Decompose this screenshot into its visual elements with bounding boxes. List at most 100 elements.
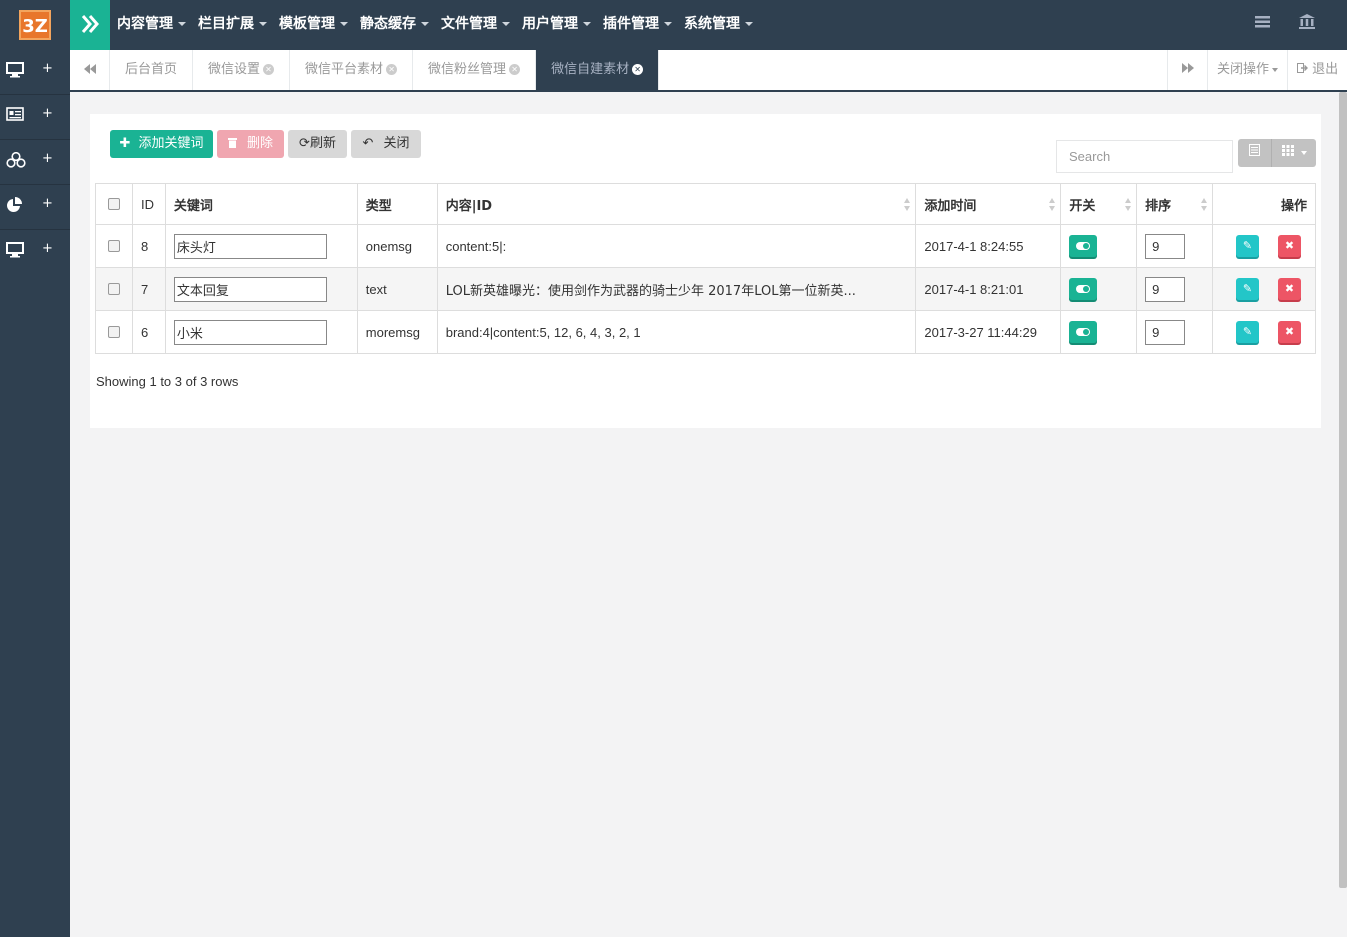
table-row: 6 moremsg brand:4|content:5, 12, 6, 4, 3… <box>95 310 1316 354</box>
refresh-button[interactable]: ⟳刷新 <box>288 130 347 158</box>
cell-actions: ✎ ✖ <box>1212 224 1316 268</box>
close-tab-icon[interactable]: ✕ <box>263 64 275 75</box>
list-view-button[interactable] <box>1238 139 1272 167</box>
close-tab-icon[interactable]: ✕ <box>386 64 398 75</box>
edit-pencil-icon[interactable]: ✎ <box>1236 278 1259 300</box>
top-menu-plugins[interactable]: 插件管理 <box>603 0 672 50</box>
col-header-id[interactable]: ID <box>131 183 166 225</box>
top-menu-users[interactable]: 用户管理 <box>522 0 591 50</box>
tab-wechat-settings[interactable]: 微信设置 ✕ <box>193 50 291 90</box>
caret-down-icon <box>178 22 186 26</box>
tab-home[interactable]: 后台首页 <box>110 50 194 90</box>
sort-icon <box>904 198 911 212</box>
col-header-order[interactable]: 排序 <box>1136 183 1214 225</box>
col-header-content[interactable]: 内容|ID <box>436 183 917 225</box>
edit-pencil-icon[interactable]: ✎ <box>1236 235 1259 257</box>
logo: 3Z <box>19 10 51 40</box>
button-label: 添加关键词 <box>138 136 204 151</box>
order-input[interactable] <box>1145 319 1186 345</box>
sidebar-item-3[interactable]: + <box>0 140 70 185</box>
delete-x-icon[interactable]: ✖ <box>1278 235 1301 257</box>
top-menu-template[interactable]: 模板管理 <box>279 0 348 50</box>
tab-scroll-left-button[interactable] <box>70 50 110 90</box>
sort-icon <box>1049 198 1056 212</box>
toggle-on-icon[interactable] <box>1069 235 1098 257</box>
row-select-cell <box>95 267 133 311</box>
col-header-time[interactable]: 添加时间 <box>915 183 1062 225</box>
keyword-input[interactable] <box>173 276 327 302</box>
trash-icon <box>227 138 237 148</box>
page-scrollbar[interactable] <box>1339 92 1347 888</box>
plus-icon: ✚ <box>119 136 131 151</box>
sidebar-item-1[interactable]: + <box>0 50 70 95</box>
keyword-input[interactable] <box>173 233 327 259</box>
close-button[interactable]: ↶ 关闭 <box>351 130 421 158</box>
menu-label: 内容管理 <box>117 16 173 32</box>
tab-bar: 后台首页 微信设置 ✕ 微信平台素材 ✕ 微信粉丝管理 ✕ 微信自建素材 ✕ 关闭操作 … <box>70 50 1347 92</box>
search-input[interactable] <box>1056 140 1233 173</box>
keyword-table: ID 关键词 类型 内容|ID 添加时间 开关 排序 操作 8 onemsg c… <box>95 183 1316 354</box>
row-checkbox[interactable] <box>107 283 120 295</box>
sidebar-toggle-button[interactable] <box>70 0 110 50</box>
logo-area: 3Z <box>0 0 70 50</box>
delete-x-icon[interactable]: ✖ <box>1278 278 1301 300</box>
row-select-cell <box>95 224 133 268</box>
cell-actions: ✎ ✖ <box>1212 310 1316 354</box>
cell-keyword <box>164 310 358 354</box>
add-keyword-button[interactable]: ✚ 添加关键词 <box>110 130 213 158</box>
top-menu: 内容管理 栏目扩展 模板管理 静态缓存 文件管理 用户管理 插件管理 系统管理 <box>117 0 765 50</box>
cell-time: 2017-4-1 8:21:01 <box>915 267 1062 311</box>
cell-actions: ✎ ✖ <box>1212 267 1316 311</box>
cell-order <box>1136 310 1214 354</box>
edit-pencil-icon[interactable]: ✎ <box>1236 321 1259 343</box>
expand-plus: + <box>42 196 53 211</box>
toggle-on-icon[interactable] <box>1069 321 1098 343</box>
logout-button[interactable]: 退出 <box>1287 50 1347 90</box>
caret-down-icon <box>421 22 429 26</box>
col-header-switch[interactable]: 开关 <box>1060 183 1138 225</box>
close-tab-icon[interactable]: ✕ <box>632 64 644 75</box>
bank-icon[interactable] <box>1299 14 1315 33</box>
tab-wechat-platform-material[interactable]: 微信平台素材 ✕ <box>290 50 414 90</box>
list-icon[interactable] <box>1255 14 1270 33</box>
tab-scroll-right-button[interactable] <box>1167 50 1207 90</box>
refresh-icon: ⟳ <box>299 136 310 151</box>
top-menu-cache[interactable]: 静态缓存 <box>360 0 429 50</box>
select-all-checkbox[interactable] <box>107 198 120 210</box>
tab-label: 微信设置 <box>208 62 261 77</box>
sidebar-item-5[interactable]: + <box>0 230 70 275</box>
cell-id: 8 <box>131 224 166 268</box>
order-input[interactable] <box>1145 276 1186 302</box>
cell-keyword <box>164 267 358 311</box>
sidebar-item-4[interactable]: + <box>0 185 70 230</box>
tab-wechat-custom-material[interactable]: 微信自建素材 ✕ <box>536 50 660 90</box>
header-label: 添加时间 <box>924 198 977 214</box>
top-menu-files[interactable]: 文件管理 <box>441 0 510 50</box>
cell-type: text <box>356 267 438 311</box>
delete-button[interactable]: 删除 <box>217 130 284 158</box>
expand-plus: + <box>42 151 53 166</box>
sidebar-item-2[interactable]: + <box>0 95 70 140</box>
cell-switch <box>1060 310 1138 354</box>
top-menu-column-ext[interactable]: 栏目扩展 <box>198 0 267 50</box>
row-checkbox[interactable] <box>107 240 120 252</box>
tab-label: 微信平台素材 <box>305 62 384 77</box>
desktop-icon <box>6 62 24 80</box>
sign-out-icon <box>1296 63 1308 73</box>
tab-wechat-fans[interactable]: 微信粉丝管理 ✕ <box>413 50 537 90</box>
keyword-input[interactable] <box>173 319 327 345</box>
table-row: 7 text LOL新英雄曝光：使用剑作为武器的骑士少年 2017年LOL第一位… <box>95 267 1316 311</box>
table-row: 8 onemsg content:5|: 2017-4-1 8:24:55 ✎✖ <box>95 224 1316 268</box>
caret-down-icon <box>1272 67 1278 72</box>
top-menu-system[interactable]: 系统管理 <box>684 0 753 50</box>
close-tab-icon[interactable]: ✕ <box>509 64 521 75</box>
delete-x-icon[interactable]: ✖ <box>1278 321 1301 343</box>
caret-down-icon <box>1301 150 1308 155</box>
order-input[interactable] <box>1145 233 1186 259</box>
close-operations-dropdown[interactable]: 关闭操作 <box>1207 50 1287 90</box>
columns-dropdown-button[interactable] <box>1273 139 1316 167</box>
select-all-cell <box>95 183 133 225</box>
top-menu-content[interactable]: 内容管理 <box>117 0 186 50</box>
toggle-on-icon[interactable] <box>1069 278 1098 300</box>
row-checkbox[interactable] <box>107 326 120 338</box>
